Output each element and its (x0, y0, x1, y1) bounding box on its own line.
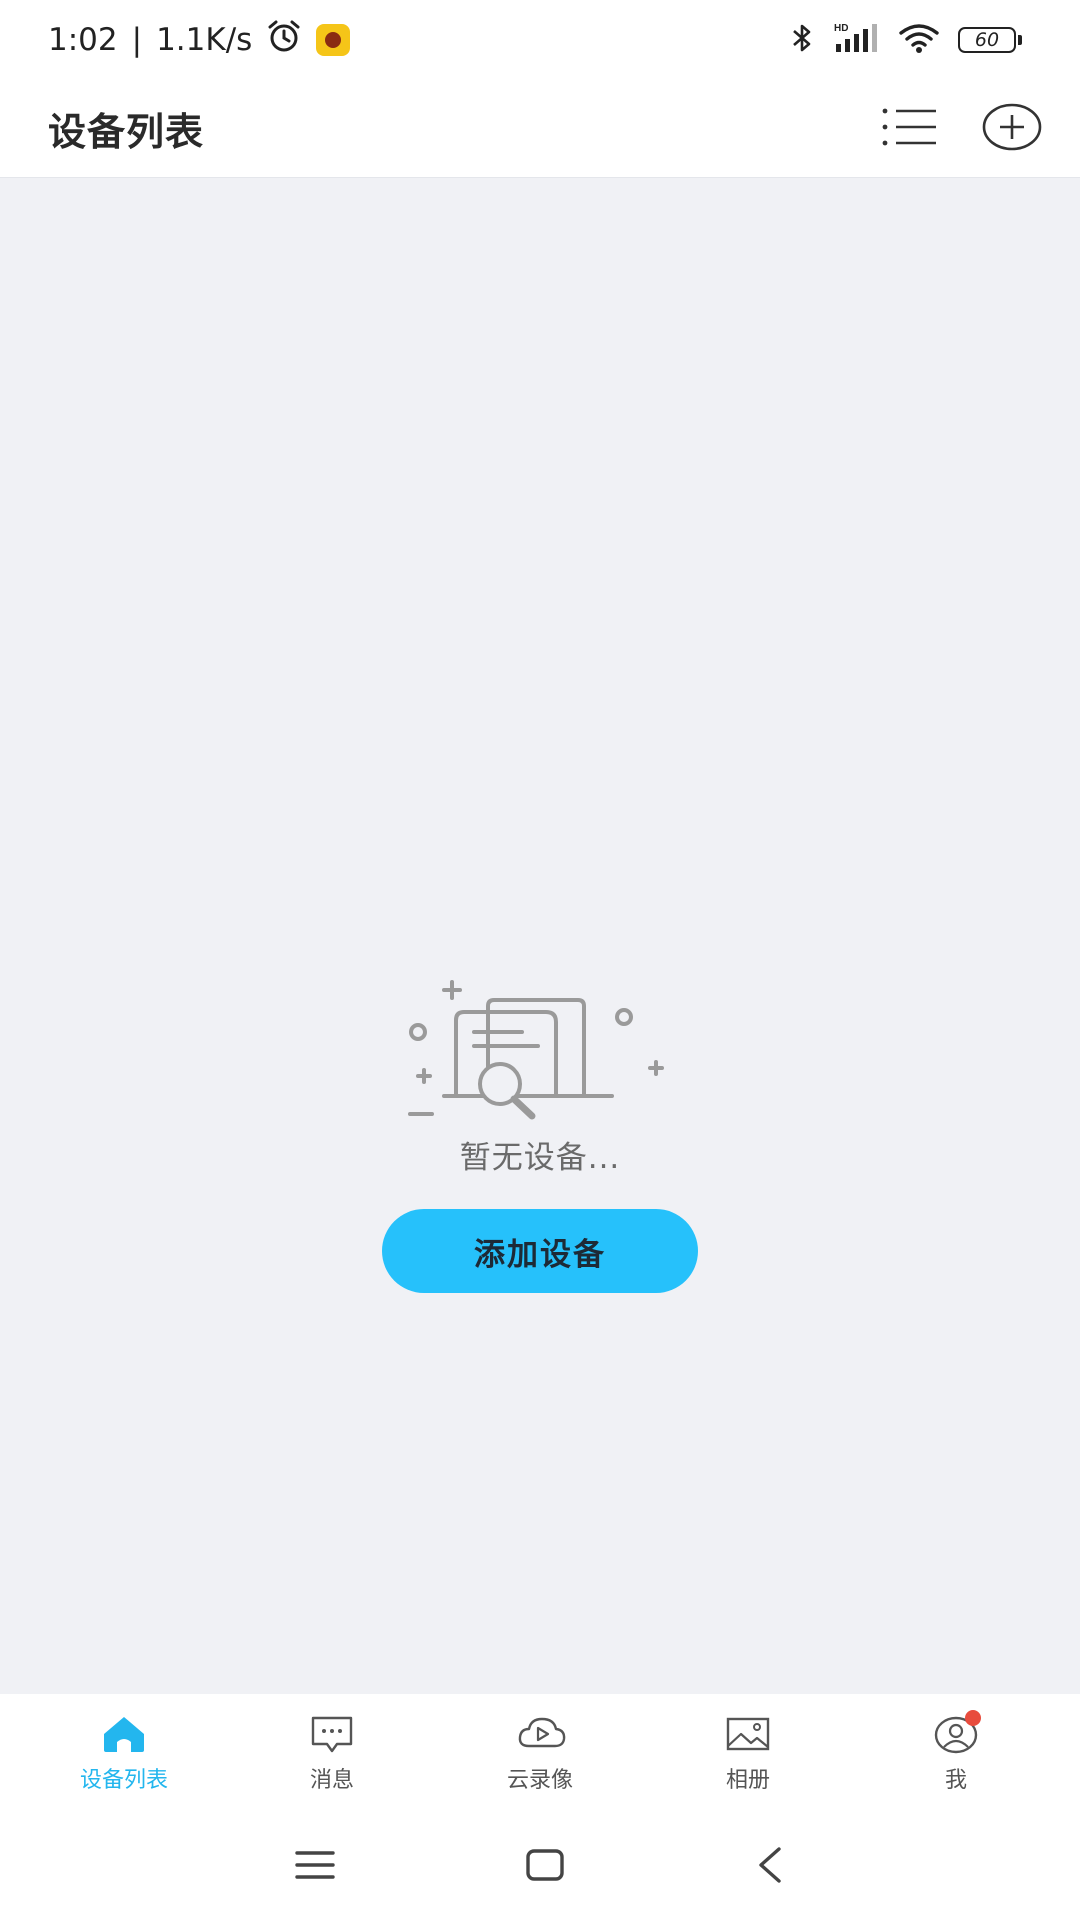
status-separator: | (131, 22, 143, 58)
bluetooth-icon (790, 22, 814, 58)
add-button[interactable] (982, 103, 1042, 155)
header-actions (882, 103, 1042, 155)
tab-me[interactable]: 我 (866, 1710, 1046, 1794)
tab-label: 相册 (725, 1768, 770, 1793)
document-search-icon (400, 978, 680, 1128)
tab-label: 云录像 (506, 1768, 573, 1793)
tab-album[interactable]: 相册 (658, 1714, 838, 1794)
system-nav-bar (0, 1814, 1080, 1920)
wifi-icon (898, 22, 940, 58)
status-bar: 1:02 | 1.1K/s HD 60 (0, 0, 1080, 80)
page-title: 设备列表 (48, 110, 205, 154)
tab-label: 我 (944, 1768, 967, 1793)
header: 设备列表 (0, 80, 1080, 178)
tab-label: 设备列表 (79, 1768, 168, 1793)
add-icon (982, 103, 1042, 155)
profile-icon (933, 1710, 981, 1754)
signal-icon: HD (832, 22, 880, 58)
battery-level: 60 (958, 27, 1016, 53)
network-speed: 1.1K/s (156, 22, 253, 58)
empty-message: 暂无设备... (459, 1140, 621, 1176)
add-device-button[interactable]: 添加设备 (382, 1209, 698, 1293)
app-icon (316, 24, 351, 56)
tab-label: 消息 (309, 1768, 354, 1793)
list-view-button[interactable] (882, 107, 938, 151)
battery-icon: 60 (958, 27, 1022, 53)
tab-cloud-recording[interactable]: 云录像 (450, 1714, 630, 1794)
home-square-icon[interactable] (525, 1848, 565, 1886)
home-icon (101, 1714, 147, 1754)
status-left: 1:02 | 1.1K/s (48, 19, 351, 61)
alarm-icon (266, 19, 302, 61)
album-icon (725, 1714, 771, 1754)
bottom-tab-bar: 设备列表 消息 云录像 相册 我 (0, 1694, 1080, 1814)
cloud-play-icon (517, 1714, 566, 1754)
back-icon[interactable] (755, 1846, 785, 1888)
list-icon (882, 107, 938, 151)
empty-state: 暂无设备... 添加设备 (0, 978, 1080, 1293)
status-right: HD 60 (790, 22, 1022, 58)
message-icon (309, 1714, 355, 1754)
device-list-area: 暂无设备... 添加设备 (0, 178, 1080, 1694)
notification-badge (965, 1710, 981, 1726)
menu-icon[interactable] (295, 1848, 335, 1886)
tab-messages[interactable]: 消息 (242, 1714, 422, 1794)
svg-text:HD: HD (834, 23, 848, 34)
tab-device-list[interactable]: 设备列表 (34, 1714, 214, 1794)
status-time: 1:02 (48, 22, 118, 58)
app-screen: 1:02 | 1.1K/s HD 60 设备列表 暂无设备... 添加设备 设备… (0, 0, 1080, 1920)
